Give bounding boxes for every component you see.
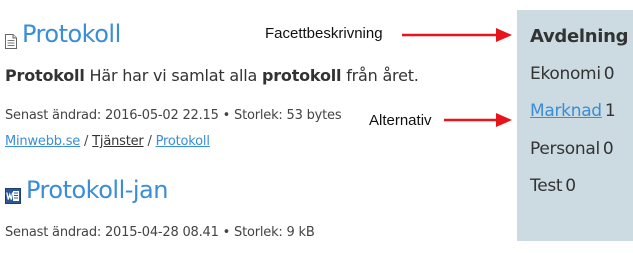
result-title-link[interactable]: Protokoll (5, 20, 121, 49)
result-snippet: Protokoll Här har vi samlat alla protoko… (5, 66, 419, 85)
facet-option-count: 1 (604, 101, 616, 121)
snippet-highlight: Protokoll (5, 66, 85, 85)
breadcrumb-item-tjanster[interactable]: Tjänster (92, 134, 144, 149)
annotation-alternative: Alternativ (369, 112, 432, 129)
result-meta: Senast ändrad: 2016-05-02 22.15 • Storle… (5, 108, 342, 123)
breadcrumb-separator: / (84, 134, 89, 149)
result-title-link[interactable]: Protokoll-jan (5, 176, 168, 204)
facet-option-label: Ekonomi (530, 64, 601, 84)
breadcrumb-item-minwebb[interactable]: Minwebb.se (5, 134, 80, 149)
result-title-text: Protokoll (22, 20, 121, 48)
word-document-icon (5, 182, 21, 204)
facet-option-label[interactable]: Marknad (530, 101, 602, 121)
snippet-text: från året. (341, 66, 419, 85)
facet-option-count: 0 (602, 139, 614, 159)
facet-option-label: Test (530, 176, 563, 196)
facet-option-personal[interactable]: Personal 0 (530, 139, 614, 159)
facet-title: Avdelning (530, 26, 629, 47)
facet-option-marknad[interactable]: Marknad 1 (530, 101, 616, 121)
facet-option-test[interactable]: Test 0 (530, 176, 576, 196)
facet-option-count: 0 (603, 64, 615, 84)
snippet-highlight: protokoll (261, 66, 342, 85)
facet-panel: Avdelning Ekonomi 0 Marknad 1 Personal 0 Te… (517, 10, 633, 241)
result-meta: Senast ändrad: 2015-04-28 08.41 • Storle… (5, 225, 315, 240)
document-icon (5, 27, 17, 49)
facet-option-ekonomi[interactable]: Ekonomi 0 (530, 64, 615, 84)
breadcrumb: Minwebb.se / Tjänster / Protokoll (5, 134, 210, 149)
snippet-text: Här har vi samlat alla (84, 66, 262, 85)
result-title-text: Protokoll-jan (26, 176, 168, 204)
breadcrumb-item-protokoll[interactable]: Protokoll (156, 134, 210, 149)
facet-option-label: Personal (530, 139, 600, 159)
breadcrumb-separator: / (147, 134, 152, 149)
search-results: Protokoll Protokoll Här har vi samlat al… (5, 0, 510, 253)
facet-option-count: 0 (565, 176, 576, 196)
annotation-facet-description: Facettbeskrivning (265, 25, 383, 42)
